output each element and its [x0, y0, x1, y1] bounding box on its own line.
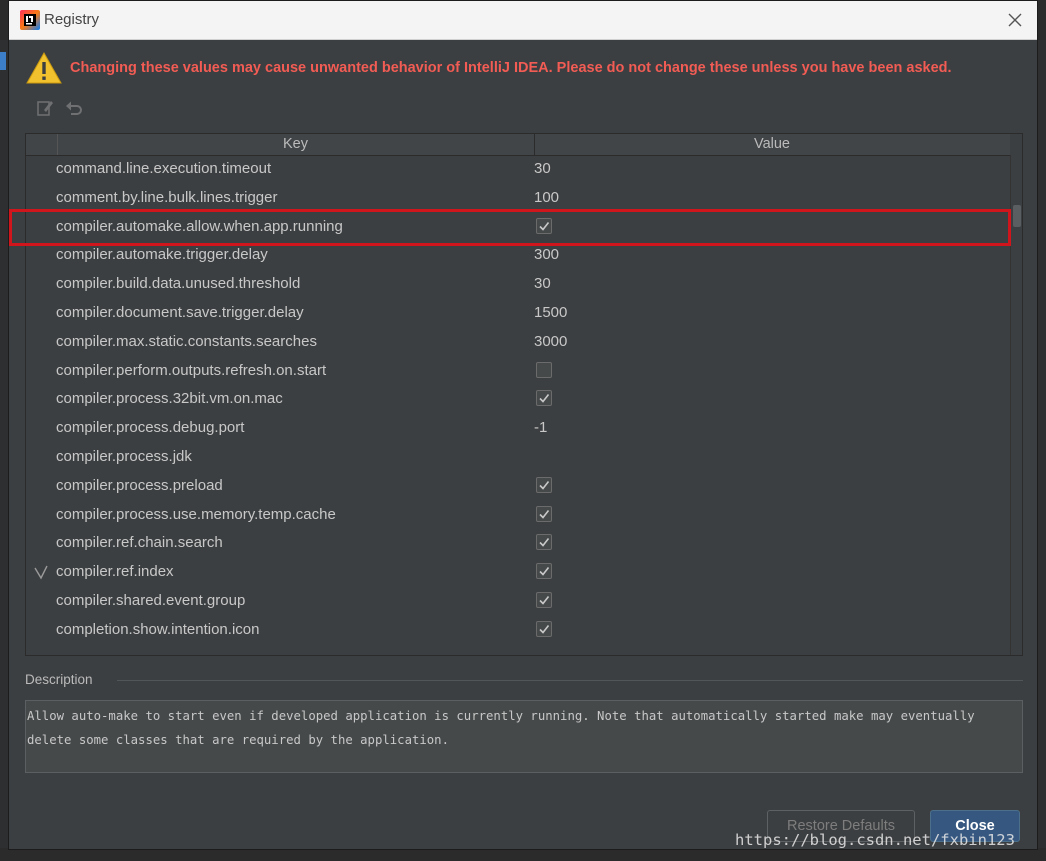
row-key: command.line.execution.timeout [56, 160, 272, 177]
column-header-marker [26, 134, 58, 155]
registry-dialog: Registry Changing these values may cause… [8, 0, 1038, 850]
row-value-checkbox[interactable] [536, 620, 552, 637]
table-row[interactable]: command.line.execution.timeout 30 [26, 155, 1010, 184]
row-key: compiler.ref.index [56, 563, 174, 581]
table-row[interactable]: compiler.process.preload [26, 472, 1010, 501]
row-key: compiler.process.debug.port [56, 419, 245, 437]
edit-icon[interactable] [35, 98, 55, 118]
row-value-checkbox[interactable] [536, 534, 552, 551]
row-value[interactable]: 300 [534, 246, 559, 263]
row-key: compiler.shared.event.group [56, 591, 246, 609]
row-value-checkbox[interactable] [536, 591, 552, 608]
row-value[interactable]: 30 [534, 275, 551, 292]
column-header-value[interactable]: Value [534, 134, 1010, 155]
table-scrollbar[interactable] [1010, 155, 1022, 655]
ide-background-left [0, 40, 8, 848]
table-row[interactable]: comment.by.line.bulk.lines.trigger 100 [26, 184, 1010, 213]
table-row[interactable]: compiler.automake.trigger.delay 300 [26, 241, 1010, 270]
watermark: https://blog.csdn.net/fxbin123 [735, 831, 1015, 849]
table-row[interactable]: compiler.automake.allow.when.app.running [26, 213, 1010, 242]
table-header: Key Value [26, 134, 1010, 156]
row-value-checkbox[interactable] [536, 390, 552, 407]
row-key: compiler.perform.outputs.refresh.on.star… [56, 361, 327, 379]
intellij-app-icon [20, 10, 40, 30]
row-key: compiler.process.preload [56, 476, 223, 494]
table-row[interactable]: compiler.process.use.memory.temp.cache [26, 501, 1010, 530]
row-value-checkbox[interactable] [536, 476, 552, 493]
description-text: Allow auto-make to start even if develop… [25, 700, 1023, 773]
table-row[interactable]: compiler.shared.event.group [26, 587, 1010, 616]
row-value[interactable]: 30 [534, 160, 551, 177]
row-value[interactable]: 100 [534, 189, 559, 206]
row-value[interactable]: 1500 [534, 304, 567, 321]
row-value-checkbox[interactable] [536, 217, 552, 234]
column-header-key[interactable]: Key [57, 134, 535, 155]
row-key: compiler.ref.chain.search [56, 534, 223, 552]
table-row[interactable]: compiler.perform.outputs.refresh.on.star… [26, 357, 1010, 386]
table-row[interactable]: compiler.ref.chain.search [26, 529, 1010, 558]
row-key: completion.show.intention.icon [56, 620, 260, 638]
row-key: compiler.build.data.unused.threshold [56, 275, 301, 293]
table-row[interactable]: compiler.process.debug.port -1 [26, 414, 1010, 443]
table-body: command.line.execution.timeout 30 comment.… [26, 155, 1010, 645]
description-label: Description [25, 672, 93, 687]
modified-marker-icon [34, 563, 48, 581]
ide-tab-marker [0, 52, 6, 70]
row-value[interactable]: 3000 [534, 333, 567, 350]
description-divider [117, 680, 1023, 681]
table-row[interactable]: compiler.process.jdk [26, 443, 1010, 472]
row-value-checkbox[interactable] [536, 361, 552, 378]
row-key: compiler.max.static.constants.searches [56, 332, 317, 350]
table-row[interactable]: compiler.document.save.trigger.delay 1500 [26, 299, 1010, 328]
table-row[interactable]: compiler.process.32bit.vm.on.mac [26, 385, 1010, 414]
revert-icon[interactable] [64, 98, 84, 118]
row-key: comment.by.line.bulk.lines.trigger [56, 188, 278, 206]
window-title: Registry [44, 11, 100, 28]
warning-message: Changing these values may cause unwanted… [70, 60, 952, 76]
title-bar: Registry [9, 1, 1037, 40]
row-key: compiler.process.use.memory.temp.cache [56, 505, 336, 523]
scrollbar-thumb[interactable] [1013, 205, 1021, 227]
row-key: compiler.process.32bit.vm.on.mac [56, 390, 283, 408]
row-value-checkbox[interactable] [536, 505, 552, 522]
ide-background-right [1038, 40, 1046, 848]
warning-icon [26, 51, 62, 84]
row-key: compiler.automake.allow.when.app.running [56, 217, 343, 235]
row-key: compiler.document.save.trigger.delay [56, 303, 304, 321]
row-key: compiler.automake.trigger.delay [56, 246, 268, 264]
row-value[interactable]: -1 [534, 419, 547, 436]
row-value-checkbox[interactable] [536, 563, 552, 580]
registry-table: Key Value command.line.execution.timeout… [25, 133, 1023, 656]
table-row[interactable]: compiler.build.data.unused.threshold 30 [26, 270, 1010, 299]
close-window-icon[interactable] [1005, 10, 1025, 30]
table-row[interactable]: completion.show.intention.icon [26, 616, 1010, 645]
table-row[interactable]: compiler.max.static.constants.searches 30… [26, 328, 1010, 357]
row-key: compiler.process.jdk [56, 447, 192, 465]
table-row[interactable]: compiler.ref.index [26, 558, 1010, 587]
